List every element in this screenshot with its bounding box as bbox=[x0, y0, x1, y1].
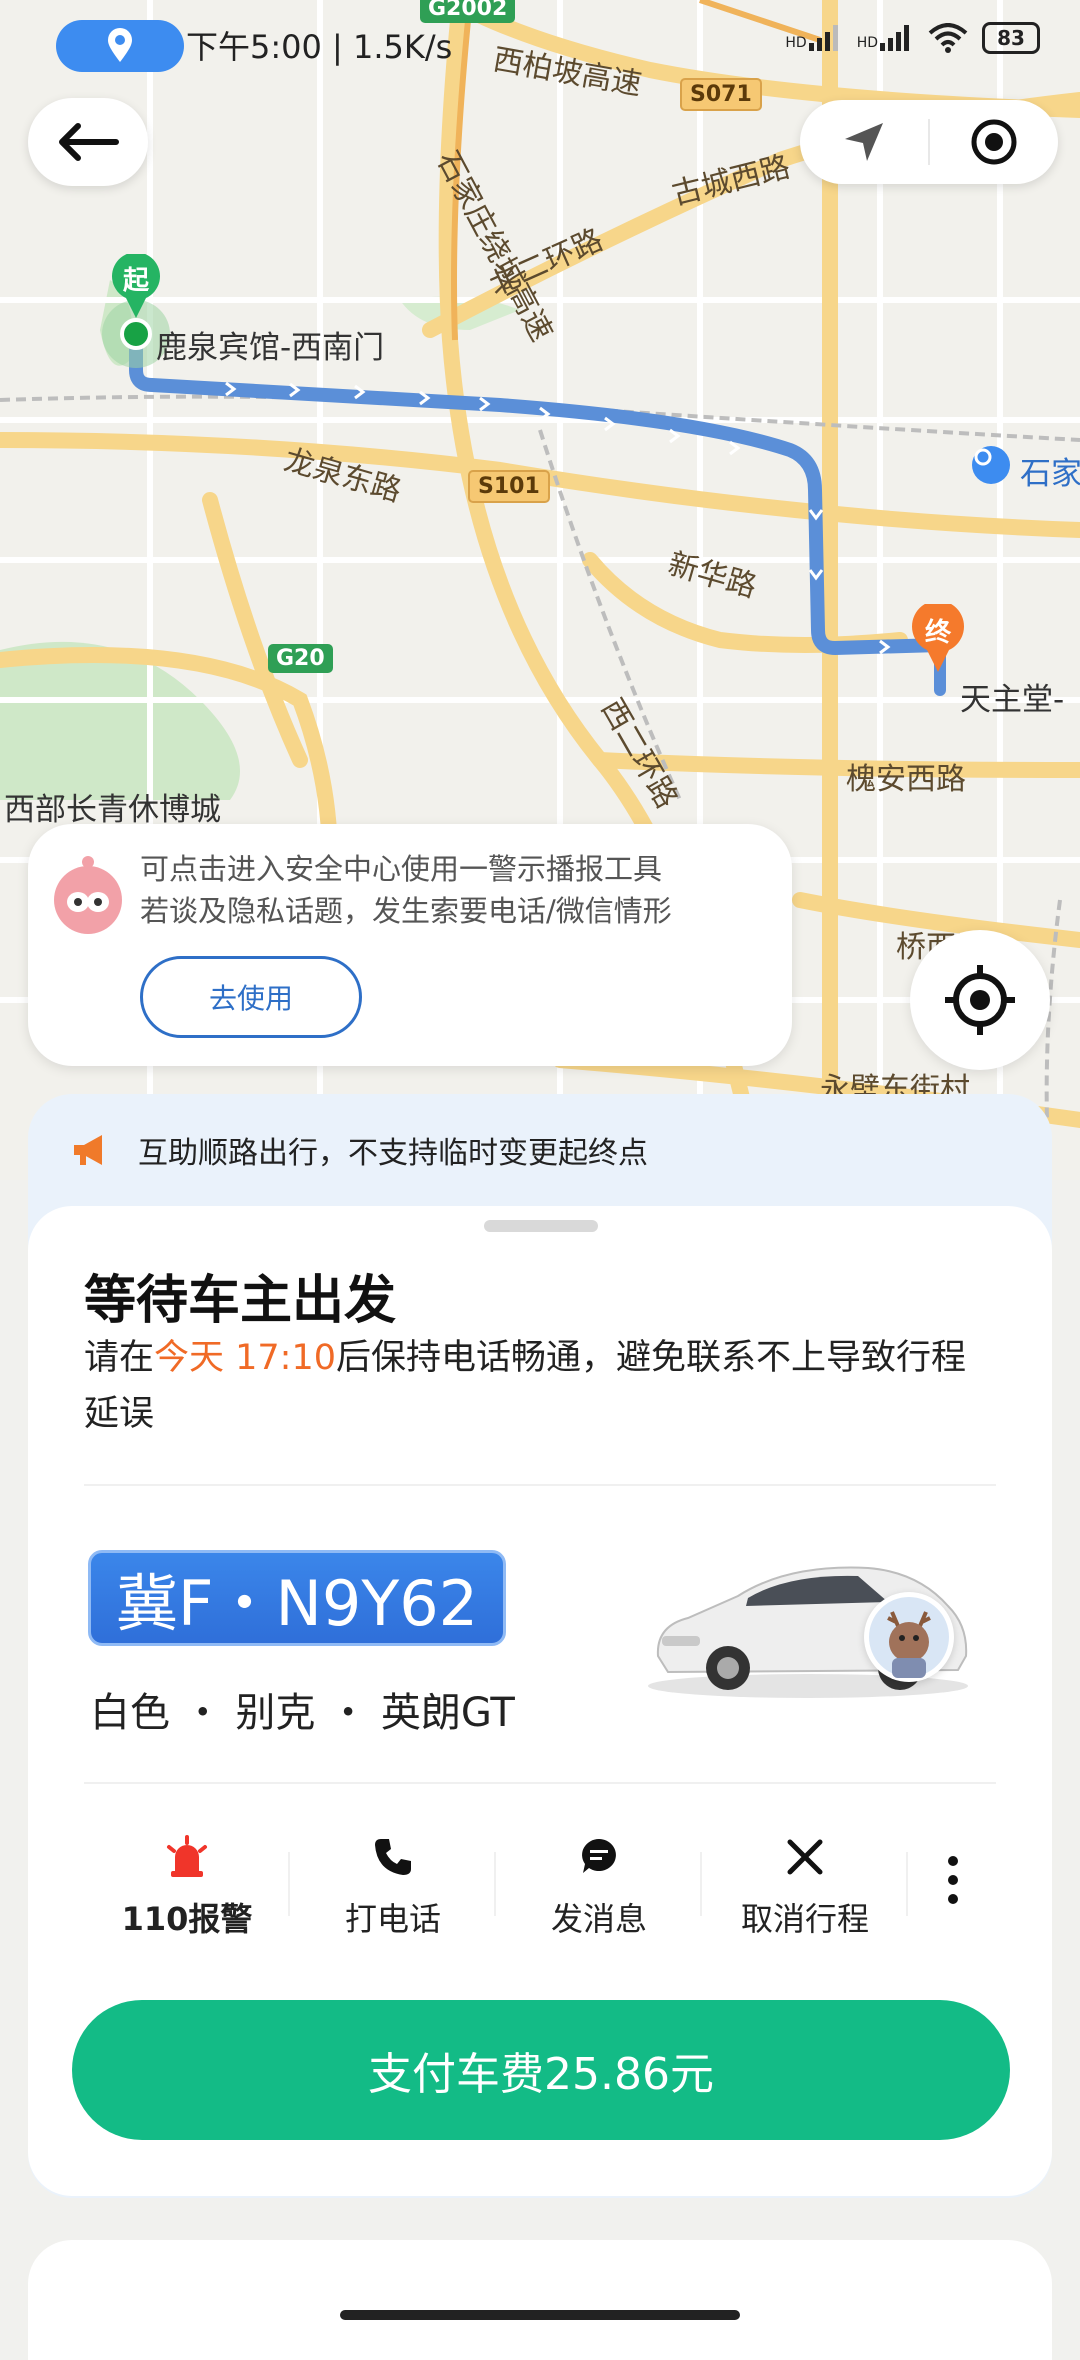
notice-bar: 互助顺路出行，不支持临时变更起终点 bbox=[72, 1128, 648, 1172]
trip-status-title: 等待车主出发 bbox=[84, 1271, 397, 1331]
driver-avatar[interactable] bbox=[864, 1592, 954, 1682]
navigation-button[interactable] bbox=[800, 100, 928, 184]
action-label: 打电话 bbox=[344, 1900, 441, 1938]
alarm-110-button[interactable]: 110报警 bbox=[84, 1830, 290, 1948]
action-row: 110报警 打电话 发消息 取消行程 bbox=[84, 1830, 1024, 1948]
battery-indicator: 83 bbox=[982, 22, 1040, 54]
car-description: 白色 ・ 别克 ・ 英朗GT bbox=[90, 1690, 515, 1736]
end-badge-text: 终 bbox=[924, 618, 951, 648]
cancel-trip-button[interactable]: 取消行程 bbox=[702, 1830, 908, 1948]
use-now-button[interactable]: 去使用 bbox=[140, 956, 362, 1038]
divider bbox=[84, 1782, 996, 1784]
navigation-arrow-icon bbox=[845, 123, 883, 161]
home-indicator[interactable] bbox=[340, 2310, 740, 2320]
close-icon bbox=[787, 1839, 823, 1875]
location-pin-icon bbox=[108, 28, 132, 62]
message-button[interactable]: 发消息 bbox=[496, 1830, 702, 1948]
action-label: 发消息 bbox=[550, 1900, 647, 1938]
trip-status-subtitle: 请在今天 17:10后保持电话畅通，避免联系不上导致行程延误 bbox=[84, 1338, 967, 1434]
target-icon bbox=[971, 119, 1017, 165]
sheet-handle[interactable] bbox=[484, 1220, 598, 1232]
start-badge-text: 起 bbox=[122, 266, 149, 296]
phone-icon bbox=[375, 1839, 411, 1875]
poi-end-label: 天主堂- bbox=[960, 682, 1065, 718]
station-icon bbox=[972, 446, 1010, 484]
call-button[interactable]: 打电话 bbox=[290, 1830, 496, 1948]
signal-icon-1: HD bbox=[785, 25, 842, 51]
road-shield-g20: G20 bbox=[268, 644, 333, 673]
safety-tip-card: 可点击进入安全中心使用一警示播报工具 若谈及隐私话题，发生索要电话/微信情形 去… bbox=[28, 824, 792, 1066]
trip-card: 等待车主出发 请在今天 17:10后保持电话畅通，避免联系不上导致行程延误 冀F… bbox=[28, 1206, 1052, 2196]
crosshair-icon bbox=[945, 965, 1015, 1035]
tip-text: 可点击进入安全中心使用一警示播报工具 若谈及隐私话题，发生索要电话/微信情形 bbox=[140, 848, 672, 932]
action-label: 取消行程 bbox=[740, 1900, 869, 1938]
status-bar: 下午5:00 | 1.5K/s HD HD 83 bbox=[0, 0, 1080, 90]
back-button[interactable] bbox=[28, 98, 148, 186]
megaphone-icon bbox=[74, 1135, 102, 1165]
message-icon bbox=[582, 1839, 616, 1873]
poi-start-label: 鹿泉宾馆-西南门 bbox=[156, 330, 385, 366]
tip-line-2: 若谈及隐私话题，发生索要电话/微信情形 bbox=[140, 894, 672, 928]
map-tools bbox=[800, 100, 1058, 184]
license-plate: 冀F・N9Y62 bbox=[88, 1550, 506, 1646]
locate-me-button[interactable] bbox=[910, 930, 1050, 1070]
divider bbox=[84, 1484, 996, 1486]
action-label: 110报警 bbox=[121, 1900, 253, 1938]
more-button[interactable] bbox=[908, 1830, 998, 1930]
arrow-left-icon bbox=[59, 123, 119, 161]
mascot-icon bbox=[46, 854, 130, 938]
more-vertical-icon bbox=[948, 1856, 958, 1904]
notice-text: 互助顺路出行，不支持临时变更起终点 bbox=[138, 1136, 648, 1171]
tip-line-1: 可点击进入安全中心使用一警示播报工具 bbox=[140, 852, 663, 886]
next-card-peek bbox=[28, 2240, 1052, 2360]
center-button[interactable] bbox=[930, 100, 1058, 184]
poi-station-label: 石家 bbox=[1020, 456, 1080, 492]
road-shield-s101: S101 bbox=[468, 470, 550, 503]
alarm-icon bbox=[167, 1835, 207, 1877]
signal-icon-2: HD bbox=[857, 25, 914, 51]
status-icons: HD HD 83 bbox=[785, 22, 1040, 54]
wifi-icon bbox=[928, 23, 968, 53]
departure-time: 今天 17:10 bbox=[154, 1338, 337, 1378]
pay-fare-button[interactable]: 支付车费25.86元 bbox=[72, 2000, 1010, 2140]
status-time-speed: 下午5:00 | 1.5K/s bbox=[186, 28, 453, 66]
location-pill[interactable] bbox=[56, 20, 184, 72]
poi-park-label: 西部长青休博城 bbox=[4, 792, 221, 828]
road-label-huaian: 槐安西路 bbox=[846, 762, 966, 797]
